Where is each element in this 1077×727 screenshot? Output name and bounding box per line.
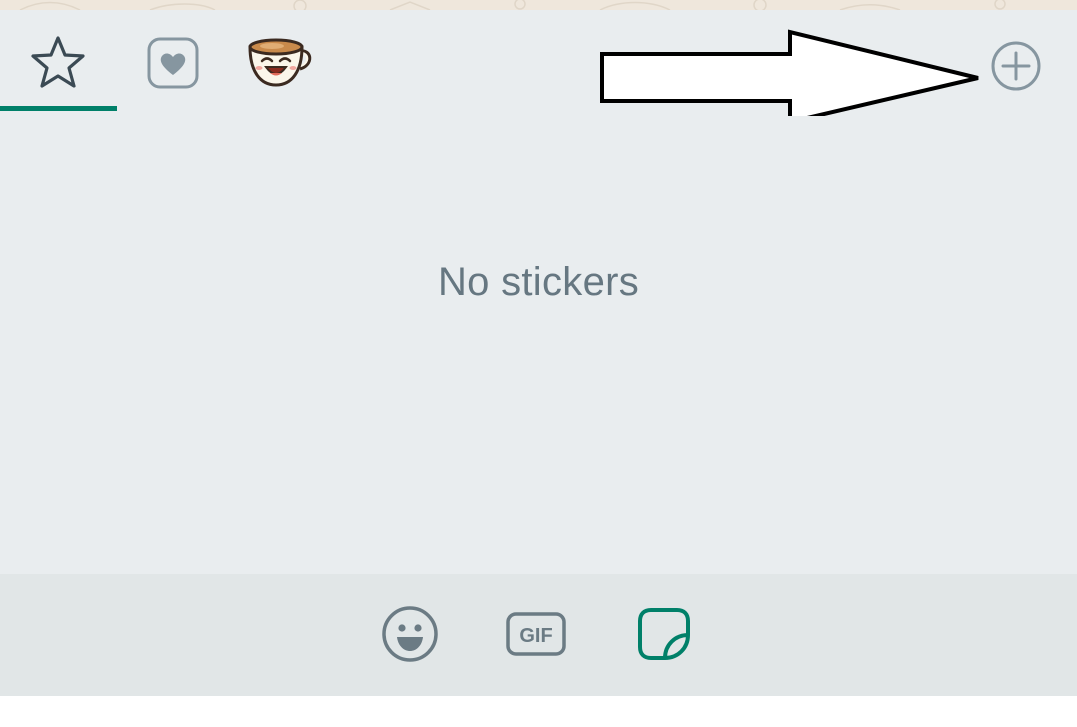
- gif-icon: GIF: [506, 612, 566, 656]
- star-icon: [31, 36, 85, 88]
- tab-heart-pack[interactable]: [140, 30, 206, 96]
- bottom-spacer: [0, 696, 1077, 727]
- sticker-tab-bar: [0, 10, 1077, 116]
- sticker-button[interactable]: [632, 602, 696, 666]
- sticker-icon: [638, 608, 690, 660]
- selected-tab-indicator: [0, 106, 117, 111]
- arrow-right-icon: [600, 29, 979, 116]
- smiley-icon: [382, 606, 438, 662]
- tab-favorites[interactable]: [0, 24, 116, 102]
- coffee-cup-sticker-icon: [248, 38, 312, 87]
- gif-label: GIF: [519, 625, 552, 647]
- chat-wallpaper: [0, 0, 1077, 10]
- media-type-bar: GIF: [0, 574, 1077, 696]
- sticker-picker-screen: No stickers GIF: [0, 0, 1077, 727]
- tab-coffee-pack[interactable]: [238, 28, 318, 98]
- heart-icon: [147, 37, 199, 89]
- emoji-button[interactable]: [378, 602, 442, 666]
- sticker-panel: No stickers: [0, 10, 1077, 574]
- plus-circle-icon: [991, 41, 1041, 91]
- add-sticker-button[interactable]: [986, 36, 1046, 96]
- gif-button[interactable]: GIF: [504, 602, 568, 666]
- empty-state-text: No stickers: [437, 260, 640, 304]
